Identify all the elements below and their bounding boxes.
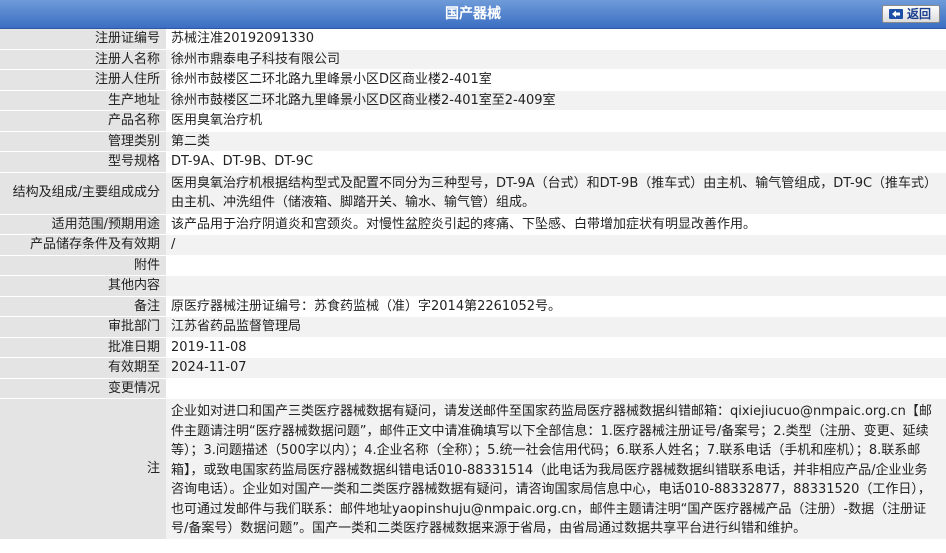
field-label: 变更情况 (0, 378, 166, 399)
field-label: 注册人名称 (0, 49, 166, 70)
row-other-content: 其他内容 (0, 275, 946, 297)
field-label: 管理类别 (0, 131, 166, 152)
field-label: 其他内容 (0, 275, 166, 297)
row-remarks: 备注 原医疗器械注册证编号：苏食药监械（准）字2014第2261052号。 (0, 296, 946, 317)
field-label: 备注 (0, 296, 166, 317)
row-approval-dept: 审批部门 江苏省药品监督管理局 (0, 316, 946, 338)
field-label: 产品储存条件及有效期 (0, 234, 166, 256)
row-production-address: 生产地址 徐州市鼓楼区二环北路九里峰景小区D区商业楼2-401室至2-409室 (0, 90, 946, 111)
field-label: 型号规格 (0, 151, 166, 173)
field-value: / (166, 234, 946, 256)
note-text: 企业如对进口和国产三类医疗器械数据有疑问，请发送邮件至国家药监局医疗器械数据纠错… (166, 398, 946, 540)
row-product-name: 产品名称 医用臭氧治疗机 (0, 110, 946, 132)
field-label: 产品名称 (0, 110, 166, 132)
row-approval-date: 批准日期 2019-11-08 (0, 337, 946, 358)
row-storage-validity: 产品储存条件及有效期 / (0, 234, 946, 256)
field-label: 审批部门 (0, 316, 166, 338)
field-value (166, 255, 946, 276)
field-value: 原医疗器械注册证编号：苏食药监械（准）字2014第2261052号。 (166, 296, 946, 317)
back-button[interactable]: 返回 (882, 5, 940, 23)
row-change-history: 变更情况 (0, 378, 946, 399)
row-management-category: 管理类别 第二类 (0, 131, 946, 152)
field-value (166, 275, 946, 297)
page-title: 国产器械 (445, 6, 501, 22)
row-structure-composition: 结构及组成/主要组成成分 医用臭氧治疗机根据结构型式及配置不同分为三种型号，DT… (0, 172, 946, 215)
field-value: 医用臭氧治疗机根据结构型式及配置不同分为三种型号，DT-9A（台式）和DT-9B… (166, 172, 946, 215)
row-registrant-name: 注册人名称 徐州市鼎泰电子科技有限公司 (0, 49, 946, 70)
note-label: 注 (0, 398, 166, 540)
device-detail-page: 国产器械 返回 注册证编号 苏械注准20192091330 注册人名称 徐州市鼎… (0, 0, 946, 553)
row-registrant-address: 注册人住所 徐州市鼓楼区二环北路九里峰景小区D区商业楼2-401室 (0, 69, 946, 91)
field-value: 该产品用于治疗阴道炎和宫颈炎。对慢性盆腔炎引起的疼痛、下坠感、白带增加症状有明显… (166, 214, 946, 235)
field-label: 生产地址 (0, 90, 166, 111)
row-attachment: 附件 (0, 255, 946, 276)
row-note: 注 企业如对进口和国产三类医疗器械数据有疑问，请发送邮件至国家药监局医疗器械数据… (0, 398, 946, 540)
header-bar: 国产器械 返回 (0, 0, 946, 29)
field-value: 江苏省药品监督管理局 (166, 316, 946, 338)
field-label: 附件 (0, 255, 166, 276)
field-value: DT-9A、DT-9B、DT-9C (166, 151, 946, 173)
row-model-spec: 型号规格 DT-9A、DT-9B、DT-9C (0, 151, 946, 173)
field-value: 徐州市鼎泰电子科技有限公司 (166, 49, 946, 70)
field-value: 2019-11-08 (166, 337, 946, 358)
field-value: 徐州市鼓楼区二环北路九里峰景小区D区商业楼2-401室 (166, 69, 946, 91)
back-arrow-icon (889, 9, 903, 19)
field-label: 批准日期 (0, 337, 166, 358)
row-valid-until: 有效期至 2024-11-07 (0, 357, 946, 379)
field-label: 结构及组成/主要组成成分 (0, 172, 166, 215)
field-value: 第二类 (166, 131, 946, 152)
field-value: 医用臭氧治疗机 (166, 110, 946, 132)
back-button-label: 返回 (907, 7, 932, 21)
field-value (166, 378, 946, 399)
detail-table: 注册证编号 苏械注准20192091330 注册人名称 徐州市鼎泰电子科技有限公… (0, 29, 946, 540)
field-label: 适用范围/预期用途 (0, 214, 166, 235)
field-label: 注册证编号 (0, 29, 166, 50)
field-value: 苏械注准20192091330 (166, 29, 946, 50)
field-label: 注册人住所 (0, 69, 166, 91)
field-label: 有效期至 (0, 357, 166, 379)
field-value: 2024-11-07 (166, 357, 946, 379)
row-intended-use: 适用范围/预期用途 该产品用于治疗阴道炎和宫颈炎。对慢性盆腔炎引起的疼痛、下坠感… (0, 214, 946, 235)
row-registration-no: 注册证编号 苏械注准20192091330 (0, 29, 946, 50)
field-value: 徐州市鼓楼区二环北路九里峰景小区D区商业楼2-401室至2-409室 (166, 90, 946, 111)
